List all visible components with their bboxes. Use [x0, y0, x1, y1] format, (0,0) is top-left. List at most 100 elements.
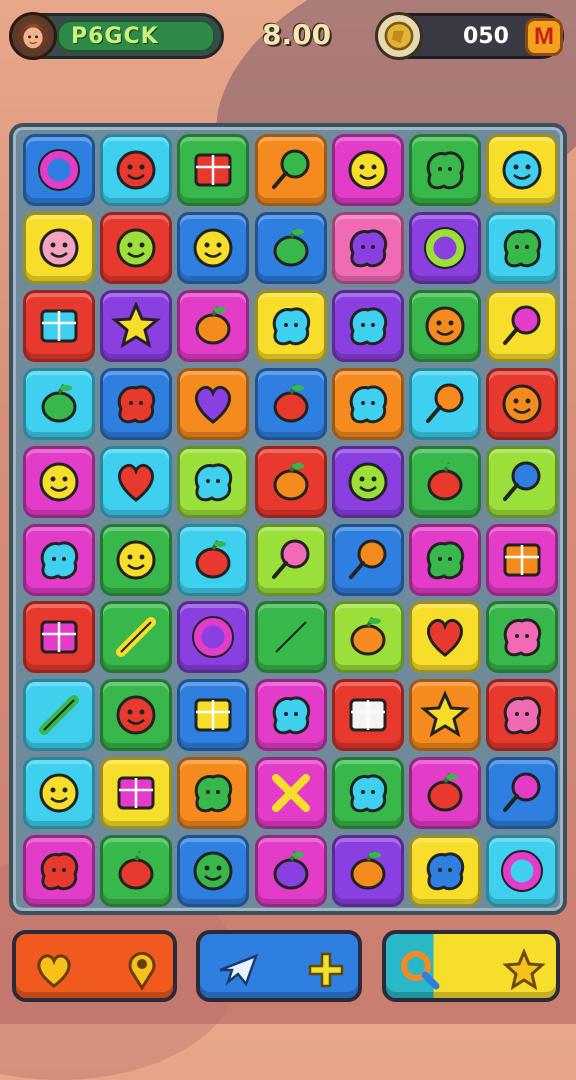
- board-tile[interactable]: [331, 601, 404, 674]
- board-tile[interactable]: [486, 445, 559, 518]
- board-tile[interactable]: [254, 367, 327, 440]
- board-tile[interactable]: [23, 679, 95, 752]
- pink-blob-icon: [503, 696, 542, 735]
- board-tile[interactable]: [177, 757, 250, 830]
- board-tile[interactable]: [409, 211, 481, 284]
- hearts-button[interactable]: [12, 930, 177, 1002]
- board-tile[interactable]: [486, 211, 559, 284]
- board-tile[interactable]: [254, 523, 327, 596]
- board-tile[interactable]: [254, 289, 327, 362]
- board-tile[interactable]: [254, 601, 327, 674]
- board-tile[interactable]: [254, 835, 327, 908]
- board-tile[interactable]: [331, 445, 404, 518]
- coins-panel[interactable]: 050 M: [375, 12, 564, 60]
- bird-icon: [349, 229, 387, 268]
- board-tile[interactable]: [409, 445, 481, 518]
- board-tile[interactable]: [23, 289, 95, 362]
- board-tile[interactable]: [409, 289, 481, 362]
- board-tile[interactable]: [177, 601, 250, 674]
- tomato-icon: [427, 461, 463, 501]
- board-tile[interactable]: [100, 445, 173, 518]
- coin-count: 050: [463, 24, 509, 49]
- green-bubble-icon: [195, 774, 233, 813]
- board-tile[interactable]: [486, 601, 559, 674]
- board-tile[interactable]: [177, 835, 250, 908]
- board-tile[interactable]: [331, 679, 404, 752]
- red-ball-icon: [118, 851, 154, 890]
- board-tile[interactable]: [331, 835, 404, 908]
- board-tile[interactable]: [177, 367, 250, 440]
- search-star-button[interactable]: [382, 930, 560, 1002]
- board-tile[interactable]: [486, 367, 559, 440]
- board-tile[interactable]: [486, 757, 559, 830]
- board-tile[interactable]: [254, 445, 327, 518]
- boost-button[interactable]: [196, 930, 362, 1002]
- board-tile[interactable]: [100, 601, 173, 674]
- board-tile[interactable]: [254, 757, 327, 830]
- board-tile[interactable]: [409, 835, 481, 908]
- yellow-face-icon: [39, 773, 79, 813]
- bomb-icon: [503, 305, 541, 345]
- board-tile[interactable]: [331, 367, 404, 440]
- board-tile[interactable]: [23, 367, 95, 440]
- board-tile[interactable]: [177, 523, 250, 596]
- board-tile[interactable]: [100, 211, 173, 284]
- board-tile[interactable]: [486, 134, 559, 206]
- board-tile[interactable]: [331, 134, 404, 206]
- board-tile[interactable]: [23, 523, 95, 596]
- blue-critter-icon: [502, 150, 542, 190]
- board-tile[interactable]: [486, 679, 559, 752]
- board-tile[interactable]: [100, 757, 173, 830]
- board-tile[interactable]: [486, 289, 559, 362]
- board-tile[interactable]: [177, 679, 250, 752]
- board-tile[interactable]: [23, 134, 95, 206]
- board-tile[interactable]: [254, 134, 327, 206]
- board-tile[interactable]: [254, 211, 327, 284]
- board-tile[interactable]: [254, 679, 327, 752]
- board-tile[interactable]: [409, 757, 481, 830]
- menu-badge-button[interactable]: M: [525, 18, 563, 56]
- board-tile[interactable]: [100, 835, 173, 908]
- board-tile[interactable]: [23, 211, 95, 284]
- board-tile[interactable]: [486, 523, 559, 596]
- board-tile[interactable]: [177, 211, 250, 284]
- board-tile[interactable]: [177, 134, 250, 206]
- board-tile[interactable]: [23, 757, 95, 830]
- board-tile[interactable]: [331, 211, 404, 284]
- board-tile[interactable]: [331, 523, 404, 596]
- board-tile[interactable]: [409, 601, 481, 674]
- board-tile[interactable]: [486, 835, 559, 908]
- board-tile[interactable]: [100, 679, 173, 752]
- pear-icon: [41, 383, 77, 423]
- board-tile[interactable]: [23, 835, 95, 908]
- blue-candy-icon: [426, 852, 465, 891]
- board-tile[interactable]: [100, 289, 173, 362]
- game-board: [9, 123, 567, 915]
- badge-letter: M: [534, 23, 554, 50]
- board-tile[interactable]: [177, 445, 250, 518]
- blue-toy-icon: [349, 385, 387, 423]
- board-tile[interactable]: [409, 134, 481, 206]
- orange-slice-icon: [273, 461, 309, 501]
- spiky-fruit-icon: [273, 383, 309, 423]
- player-name-bar: P6GCK: [57, 20, 215, 52]
- board-tile[interactable]: [409, 367, 481, 440]
- avatar[interactable]: [9, 12, 57, 60]
- board-tile[interactable]: [409, 679, 481, 752]
- board-tile[interactable]: [331, 757, 404, 830]
- board-tile[interactable]: [100, 367, 173, 440]
- plane-icon: [219, 953, 259, 987]
- board-tile[interactable]: [331, 289, 404, 362]
- player-panel[interactable]: P6GCK: [9, 12, 224, 60]
- leaf-icon: [270, 617, 311, 658]
- board-tile[interactable]: [100, 134, 173, 206]
- cucumber-icon: [273, 227, 309, 267]
- eggplant-icon: [273, 851, 309, 890]
- board-tile[interactable]: [100, 523, 173, 596]
- lollipop-icon: [271, 149, 310, 189]
- board-tile[interactable]: [409, 523, 481, 596]
- board-tile[interactable]: [23, 601, 95, 674]
- board-tile[interactable]: [177, 289, 250, 362]
- donut-icon: [192, 616, 235, 659]
- board-tile[interactable]: [23, 445, 95, 518]
